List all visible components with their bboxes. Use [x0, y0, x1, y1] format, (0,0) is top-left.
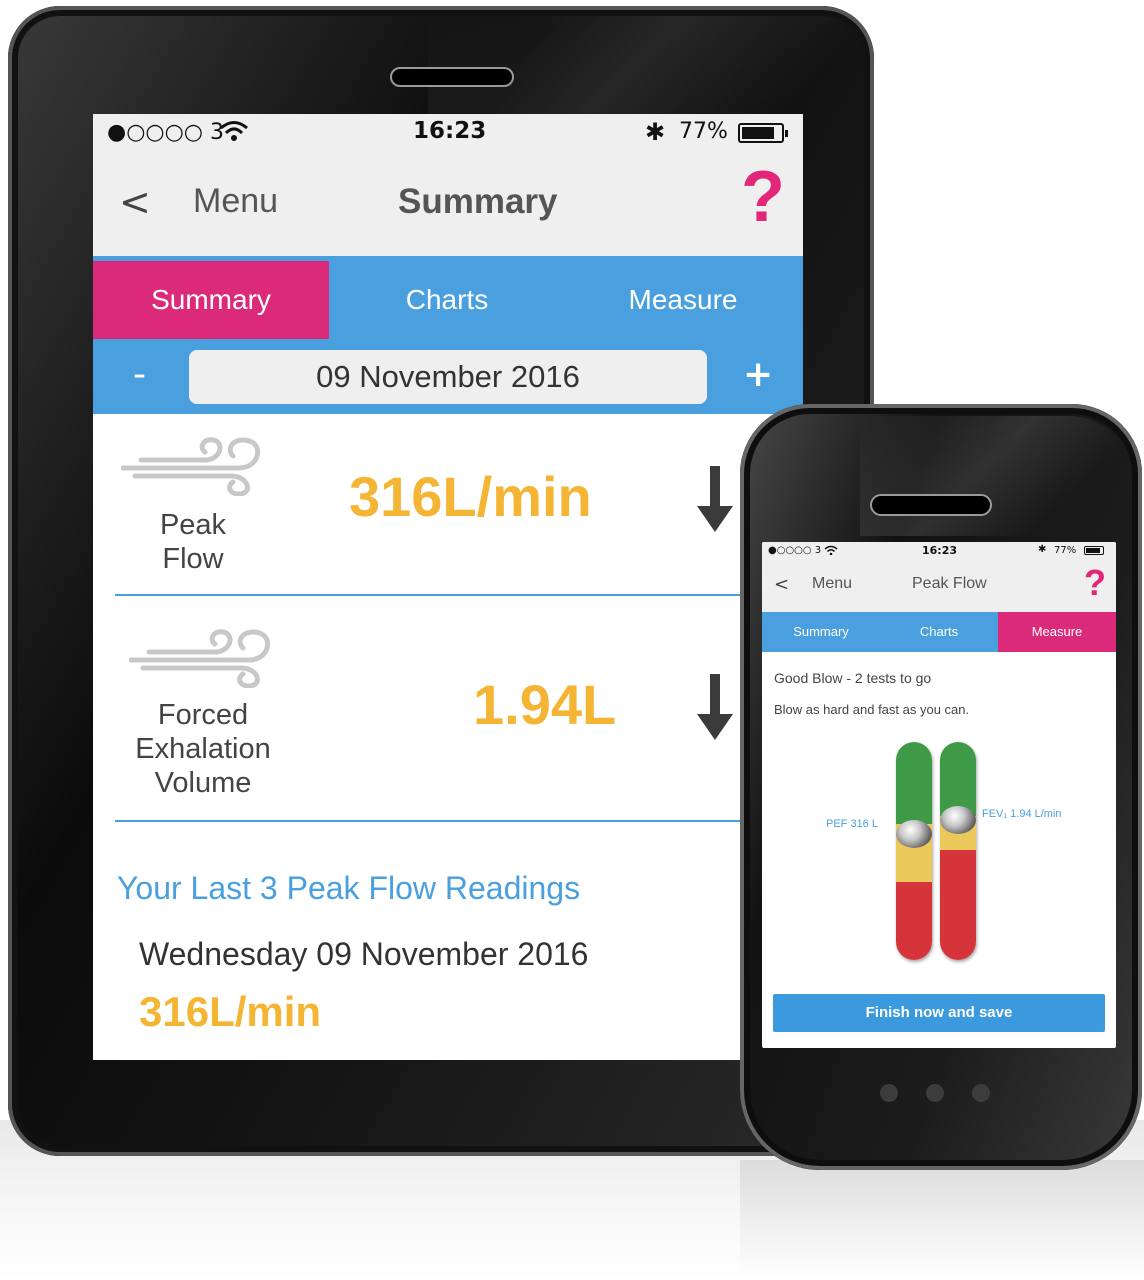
tab-summary[interactable]: Summary	[762, 612, 880, 652]
pef-gauge-knob	[896, 820, 932, 848]
arrow-down-icon	[695, 466, 735, 538]
back-chevron-icon[interactable]: <	[774, 574, 789, 595]
tab-charts[interactable]: Charts	[329, 261, 565, 339]
wifi-icon	[219, 120, 249, 148]
phone-screen: ●○○○○ 3 16:23 ✱ 77% < Menu Peak Flow ? S…	[762, 542, 1116, 1048]
phone-glare	[860, 416, 1130, 536]
back-chevron-icon[interactable]: <	[119, 180, 151, 224]
finish-save-button[interactable]: Finish now and save	[773, 994, 1105, 1032]
menu-button[interactable]: Menu	[193, 182, 278, 221]
bluetooth-icon: ✱	[1038, 544, 1047, 555]
tab-measure[interactable]: Measure	[565, 261, 801, 339]
status-time: 16:23	[922, 544, 958, 557]
tab-summary[interactable]: Summary	[93, 261, 329, 339]
tablet-speaker	[390, 67, 514, 87]
phone-device: ●○○○○ 3 16:23 ✱ 77% < Menu Peak Flow ? S…	[740, 404, 1142, 1170]
phone-sensor-dot	[972, 1084, 990, 1102]
pef-gauge	[896, 742, 932, 960]
gauge-red-zone	[896, 882, 932, 960]
phone-reflection	[740, 1160, 1144, 1280]
tablet-screen: ●○○○○ 3 16:23 ✱ 77% < Menu Summary ? Sum…	[93, 114, 803, 1060]
wind-icon	[128, 626, 277, 692]
fev-gauge	[940, 742, 976, 960]
page-title: Summary	[398, 182, 558, 221]
divider	[115, 820, 803, 822]
tab-measure[interactable]: Measure	[998, 612, 1116, 652]
readings-title: Your Last 3 Peak Flow Readings	[117, 870, 581, 906]
phone-sensor-dot	[926, 1084, 944, 1102]
battery-percent: 77%	[679, 119, 728, 144]
phone-sensor-dot	[880, 1084, 898, 1102]
date-selector: - 09 November 2016 +	[93, 340, 803, 414]
nav-bar: < Menu Peak Flow ?	[762, 560, 1116, 612]
next-day-button[interactable]: +	[743, 354, 773, 395]
nav-bar: < Menu Summary ?	[93, 152, 803, 256]
reading-date: Wednesday 09 November 2016	[139, 936, 589, 972]
tab-bar: Summary Charts Measure	[93, 256, 803, 340]
date-field[interactable]: 09 November 2016	[189, 350, 707, 404]
tab-charts[interactable]: Charts	[880, 612, 998, 652]
status-bar: ●○○○○ 3 16:23 ✱ 77%	[762, 542, 1116, 560]
phone-speaker	[870, 494, 992, 516]
help-icon[interactable]: ?	[741, 156, 785, 238]
blow-instruction: Blow as hard and fast as you can.	[774, 702, 970, 717]
fev-label: Forced Exhalation Volume	[135, 699, 271, 799]
battery-percent: 77%	[1054, 545, 1077, 556]
carrier-signal: ●○○○○ 3	[768, 545, 822, 556]
gauge-red-zone	[940, 850, 976, 960]
page-title: Peak Flow	[912, 575, 987, 592]
previous-day-button[interactable]: -	[133, 354, 146, 395]
bluetooth-icon: ✱	[645, 118, 666, 146]
status-time: 16:23	[413, 118, 487, 144]
fev-gauge-knob	[940, 806, 976, 834]
menu-button[interactable]: Menu	[812, 575, 852, 593]
battery-icon	[738, 123, 788, 143]
pef-label: PEF 316 L	[826, 818, 878, 830]
wind-icon	[120, 436, 266, 500]
wifi-icon	[824, 545, 838, 558]
fev-value: 1.94L	[473, 673, 617, 736]
peak-flow-label: Peak Flow	[159, 509, 227, 575]
fev-label: FEV₁ 1.94 L/min	[982, 808, 1062, 820]
help-icon[interactable]: ?	[1084, 562, 1106, 604]
tab-bar: Summary Charts Measure	[762, 612, 1116, 652]
status-bar: ●○○○○ 3 16:23 ✱ 77%	[93, 114, 803, 152]
carrier-signal: ●○○○○ 3	[107, 120, 224, 145]
gauge-green-zone	[940, 742, 976, 816]
blow-status: Good Blow - 2 tests to go	[774, 670, 932, 686]
arrow-down-icon	[695, 674, 735, 746]
peak-flow-value: 316L/min	[349, 465, 592, 528]
gauge-green-zone	[896, 742, 932, 824]
battery-icon	[1084, 546, 1104, 555]
reading-value: 316L/min	[139, 988, 322, 1035]
divider	[115, 594, 803, 596]
